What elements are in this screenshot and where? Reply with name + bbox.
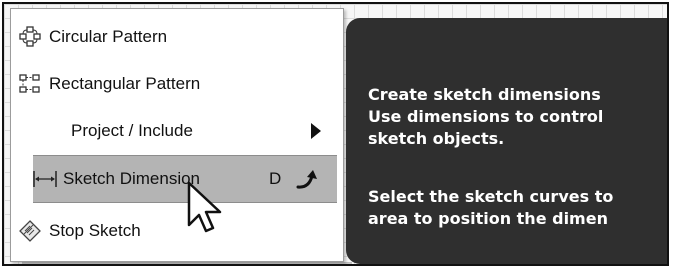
menu-item-stop-sketch[interactable]: Stop Sketch xyxy=(11,209,343,253)
screenshot-frame: Circular Pattern Rectangular Pattern Pro… xyxy=(2,2,669,266)
tooltip-panel: Create sketch dimensions Use dimensions … xyxy=(346,18,667,264)
tooltip-line: Create sketch dimensions xyxy=(368,85,601,104)
tooltip-line: area to position the dimen xyxy=(368,209,608,228)
rectangular-pattern-icon xyxy=(19,73,41,95)
menu-item-sketch-dimension[interactable]: Sketch Dimension D xyxy=(33,155,337,203)
menu-item-label: Project / Include xyxy=(71,121,193,140)
mouse-pointer-icon xyxy=(187,181,227,241)
tooltip-description: Create sketch dimensions Use dimensions … xyxy=(368,84,603,150)
tooltip-instructions: Select the sketch curves to area to posi… xyxy=(368,186,613,230)
circular-pattern-icon xyxy=(19,26,41,48)
submenu-arrow-icon xyxy=(311,123,321,139)
sketch-dimension-icon xyxy=(33,168,57,190)
menu-item-circular-pattern[interactable]: Circular Pattern xyxy=(11,15,343,59)
menu-item-rectangular-pattern[interactable]: Rectangular Pattern xyxy=(11,62,343,106)
repeat-arrow-icon[interactable] xyxy=(295,168,319,192)
stop-sketch-icon xyxy=(19,220,41,242)
tooltip-line: sketch objects. xyxy=(368,129,505,148)
menu-item-label: Rectangular Pattern xyxy=(49,74,201,93)
menu-shadow xyxy=(22,262,352,264)
tooltip-line: Use dimensions to control xyxy=(368,107,604,126)
menu-item-project-include[interactable]: Project / Include xyxy=(11,109,343,153)
shortcut-key: D xyxy=(269,169,282,188)
menu-item-label: Circular Pattern xyxy=(49,27,168,46)
menu-item-label: Sketch Dimension xyxy=(63,169,201,188)
menu-item-label: Stop Sketch xyxy=(49,221,141,240)
tooltip-line: Select the sketch curves to xyxy=(368,187,614,206)
context-menu: Circular Pattern Rectangular Pattern Pro… xyxy=(10,8,344,262)
